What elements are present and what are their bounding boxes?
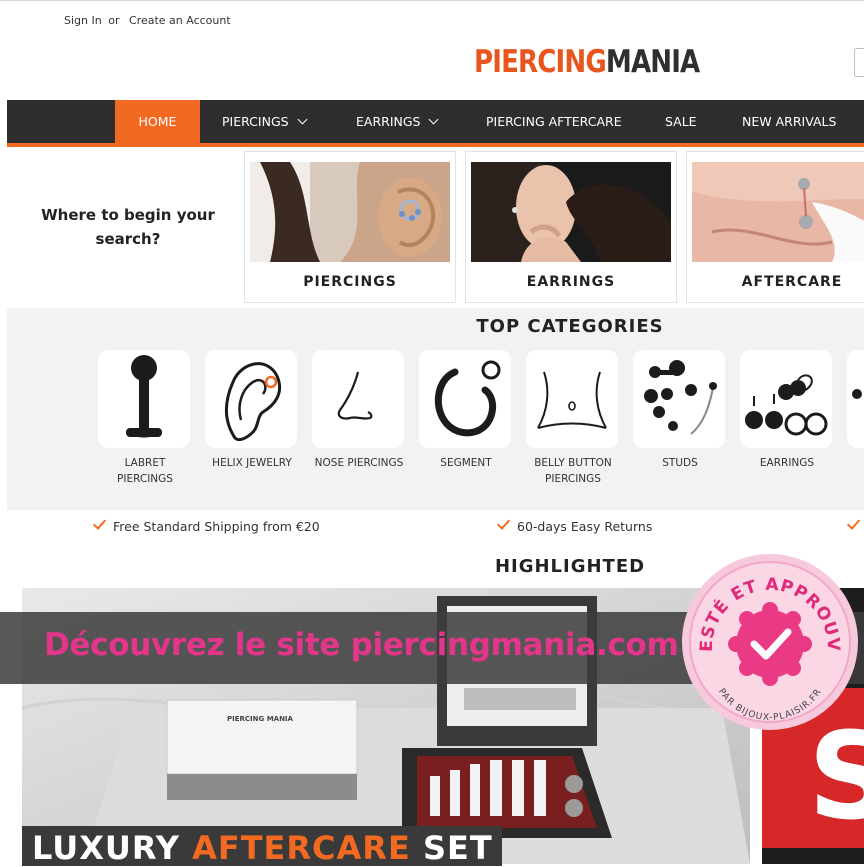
highlighted-title: HIGHLIGHTED: [494, 556, 646, 577]
belly-icon: [537, 371, 607, 429]
nav-label: EARRINGS: [356, 114, 421, 129]
perk-label: 60-days Easy Returns: [517, 519, 653, 534]
begin-heading: Where to begin your search?: [30, 203, 226, 251]
category-earrings[interactable]: EARRINGS: [740, 350, 834, 471]
promo-word-accent: AFTERCARE: [192, 829, 411, 867]
nav-item-aftercare[interactable]: PIERCING AFTERCARE: [486, 100, 622, 143]
nav-item-new-arrivals[interactable]: NEW ARRIVALS: [742, 100, 836, 143]
perk-shipping: Free Standard Shipping from €20: [92, 516, 320, 534]
helix-ear-icon: [225, 362, 282, 442]
labret-icon: [126, 355, 162, 438]
category-label: NOSE PIERCINGS: [314, 457, 404, 469]
check-icon: [846, 516, 861, 530]
nav-label: SALE: [665, 114, 697, 129]
piercings-photo: [250, 162, 450, 262]
nav-item-earrings[interactable]: EARRINGS: [356, 100, 439, 143]
category-helix[interactable]: HELIX JEWELRY: [205, 350, 299, 471]
tested-approved-badge: TESTÉ ET APPROUVÉ PAR BIJOUX-PLAISIR.FR: [674, 535, 860, 732]
category-label: SEGMENT: [440, 457, 492, 469]
aftercare-photo: [692, 162, 864, 262]
category-label: LABRET PIERCINGS: [117, 457, 173, 485]
nav-item-sale[interactable]: SALE: [665, 100, 697, 143]
logo-part-piercing: PIERCING: [474, 44, 607, 80]
segment-ring-icon: [434, 360, 501, 437]
check-icon: [496, 516, 511, 530]
card-label: PIERCINGS: [303, 274, 397, 290]
category-nose[interactable]: NOSE PIERCINGS: [312, 350, 406, 471]
main-nav: HOME PIERCINGS EARRINGS PIERCING AFTERCA…: [7, 100, 864, 143]
perk-label: Free Standard Shipping from €20: [113, 519, 320, 534]
category-label: HELIX JEWELRY: [212, 457, 292, 469]
auth-links: Sign In or Create an Account: [64, 14, 231, 27]
sign-in-link[interactable]: Sign In: [64, 14, 102, 27]
nav-item-home[interactable]: HOME: [115, 100, 200, 143]
promo-word: LUXURY: [32, 829, 180, 867]
perk-partial: [846, 516, 864, 534]
category-label: EARRINGS: [759, 457, 815, 469]
card-label: AFTERCARE: [741, 274, 843, 290]
promo-word: SET: [422, 829, 493, 867]
category-label: BELLY BUTTON PIERCINGS: [534, 457, 612, 485]
begin-line1: Where to begin your: [41, 206, 215, 224]
nav-label: HOME: [138, 114, 177, 129]
approved-seal-icon: TESTÉ ET APPROUVÉ PAR BIJOUX-PLAISIR.FR: [674, 535, 858, 730]
category-segment[interactable]: SEGMENT: [419, 350, 513, 471]
begin-line2: search?: [95, 230, 161, 248]
chevron-down-icon: [297, 114, 308, 125]
earrings-icon: [745, 374, 828, 436]
category-studs[interactable]: STUDS: [633, 350, 727, 471]
box-logo: PIERCING MANIA: [227, 715, 294, 723]
logo-part-mania: MANIA: [605, 44, 700, 80]
category-label: STUDS: [662, 457, 698, 469]
search-input[interactable]: [854, 48, 864, 77]
site-logo[interactable]: PIERCINGMANIA: [474, 44, 700, 80]
nav-label: PIERCINGS: [222, 114, 289, 129]
auth-or: or: [108, 14, 120, 27]
perk-returns: 60-days Easy Returns: [496, 516, 653, 534]
category-card-earrings[interactable]: EARRINGS: [465, 151, 677, 303]
category-labret[interactable]: LABRET PIERCINGS: [98, 350, 192, 487]
jewelry-icon: [852, 389, 862, 399]
discover-overlay-text: Découvrez le site piercingmania.com: [44, 627, 679, 663]
nose-icon: [337, 371, 373, 420]
nav-label: NEW ARRIVALS: [742, 114, 837, 129]
top-divider: [0, 0, 864, 1]
promo-caption: LUXURY AFTERCARE SET: [32, 829, 493, 867]
card-label: EARRINGS: [526, 274, 616, 290]
category-next-partial[interactable]: [847, 350, 864, 448]
check-icon: [92, 516, 107, 530]
category-card-piercings[interactable]: PIERCINGS: [244, 151, 456, 303]
earrings-photo: [471, 162, 671, 262]
category-card-aftercare[interactable]: AFTERCARE: [686, 151, 864, 303]
chevron-down-icon: [429, 114, 439, 125]
top-categories-title: TOP CATEGORIES: [476, 316, 664, 337]
nav-item-piercings[interactable]: PIERCINGS: [222, 100, 308, 143]
nav-label: PIERCING AFTERCARE: [486, 114, 622, 129]
category-belly[interactable]: BELLY BUTTON PIERCINGS: [526, 350, 620, 487]
studs-icon: [644, 360, 717, 435]
create-account-link[interactable]: Create an Account: [129, 14, 231, 27]
nav-accent-bar: [7, 143, 864, 147]
